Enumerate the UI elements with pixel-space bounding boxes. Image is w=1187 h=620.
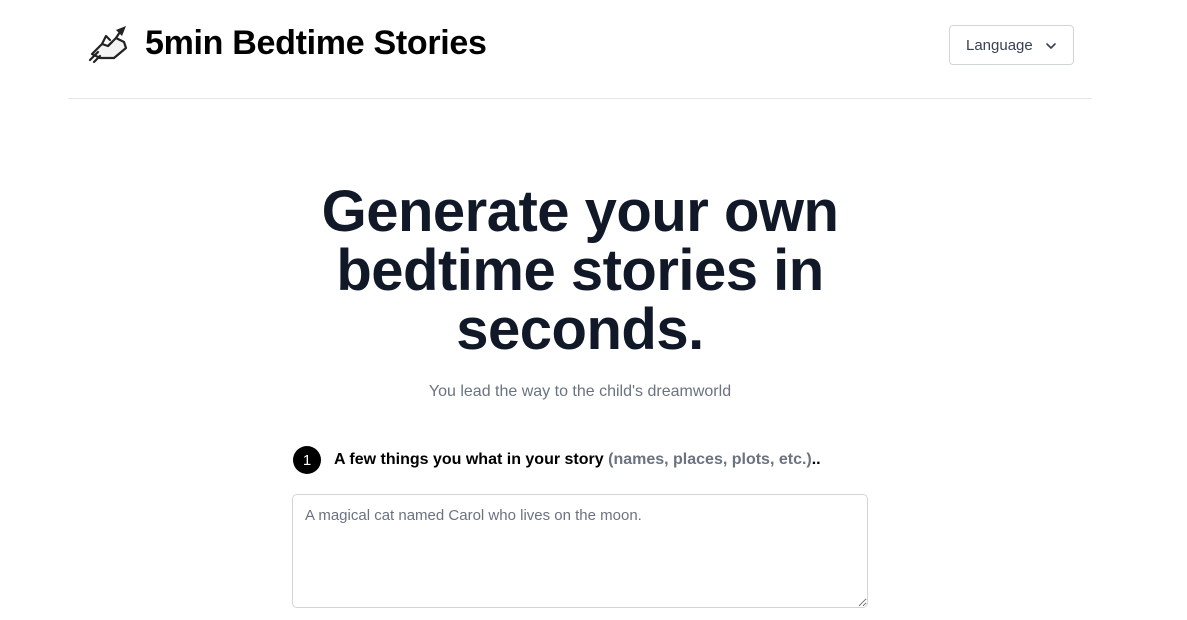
hero-section: Generate your own bedtime stories in sec… xyxy=(0,182,1160,359)
step-number-badge: 1 xyxy=(293,446,321,474)
step-1-label: A few things you what in your story (nam… xyxy=(334,451,821,469)
language-button-label: Language xyxy=(966,36,1033,54)
story-elements-input[interactable] xyxy=(292,494,868,608)
step-1-suffix: .. xyxy=(811,451,821,468)
app-title[interactable]: 5min Bedtime Stories xyxy=(145,24,487,63)
writing-hand-icon xyxy=(86,24,130,64)
hero-subtitle: You lead the way to the child's dreamwor… xyxy=(428,383,732,400)
step-1-label-text: A few things you what in your story xyxy=(334,451,604,468)
step-1-hint: (names, places, plots, etc.) xyxy=(608,451,812,468)
hero-title: Generate your own bedtime stories in sec… xyxy=(321,179,839,362)
site-header: 5min Bedtime Stories Language xyxy=(68,0,1092,99)
language-dropdown-button[interactable]: Language xyxy=(949,25,1074,65)
chevron-down-icon xyxy=(1045,39,1057,51)
step-1-label-row: 1 A few things you what in your story (n… xyxy=(293,446,821,474)
